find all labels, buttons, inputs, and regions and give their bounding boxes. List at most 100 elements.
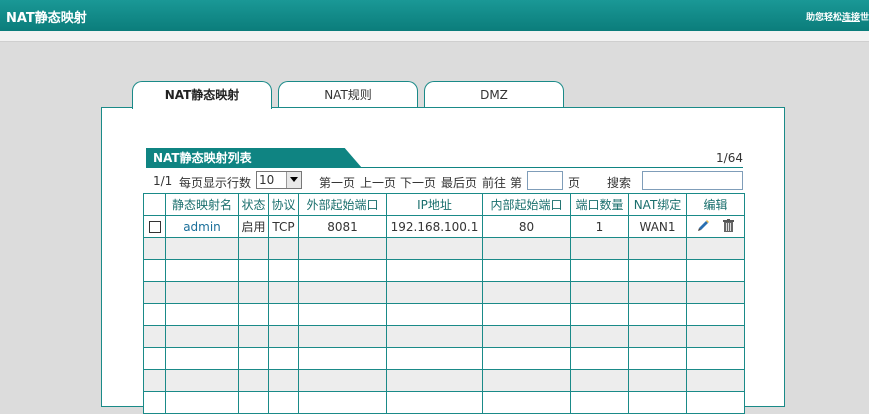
row-port-count: 1 xyxy=(570,215,629,238)
empty-cell xyxy=(482,259,571,282)
empty-cell xyxy=(686,259,745,282)
empty-cell xyxy=(570,369,629,392)
row-protocol: TCP xyxy=(268,215,299,238)
search-input[interactable] xyxy=(642,171,743,190)
empty-cell xyxy=(268,391,299,414)
per-page-select[interactable]: 10 xyxy=(256,171,302,189)
empty-cell xyxy=(482,347,571,370)
empty-cell xyxy=(165,281,239,304)
mapping-table: 静态映射名 状态 协议 外部起始端口 IP地址 内部起始端口 端口数量 NAT绑… xyxy=(143,193,745,414)
empty-cell xyxy=(268,237,299,260)
empty-cell xyxy=(165,347,239,370)
empty-cell xyxy=(298,369,387,392)
empty-cell xyxy=(570,259,629,282)
empty-cell xyxy=(238,325,269,348)
row-name: admin xyxy=(165,215,239,238)
empty-cell xyxy=(570,303,629,326)
top-bar: NAT静态映射 助您轻松连接世 xyxy=(0,0,869,31)
header-stripe xyxy=(0,31,869,42)
row-name-link[interactable]: admin xyxy=(183,220,221,234)
last-page-link[interactable]: 最后页 xyxy=(441,174,477,191)
empty-cell xyxy=(165,325,239,348)
empty-cell xyxy=(143,325,166,348)
search-label: 搜索 xyxy=(607,176,632,190)
empty-cell xyxy=(628,237,687,260)
empty-cell xyxy=(238,259,269,282)
table-row xyxy=(143,237,745,260)
page-count: 1/64 xyxy=(716,151,743,165)
tab-dmz[interactable]: DMZ xyxy=(424,81,564,108)
empty-rows xyxy=(143,237,745,414)
helper-text: 助您轻松连接世 xyxy=(806,10,869,23)
prev-page-link[interactable]: 上一页 xyxy=(360,174,396,191)
empty-cell xyxy=(686,303,745,326)
header-int-port: 内部起始端口 xyxy=(482,193,571,216)
row-checkbox[interactable] xyxy=(148,221,161,233)
tab-nat-rules[interactable]: NAT规则 xyxy=(278,81,418,108)
empty-cell xyxy=(165,237,239,260)
row-int-port: 80 xyxy=(482,215,571,238)
empty-cell xyxy=(143,259,166,282)
table-row xyxy=(143,369,745,392)
empty-cell xyxy=(143,369,166,392)
empty-cell xyxy=(386,391,483,414)
goto-page-input[interactable] xyxy=(527,171,563,190)
trash-icon[interactable] xyxy=(723,218,735,235)
empty-cell xyxy=(386,259,483,282)
empty-cell xyxy=(298,237,387,260)
chevron-down-icon[interactable] xyxy=(286,172,301,188)
empty-cell xyxy=(386,237,483,260)
pagination-bar: 1/1 每页显示行数 10 第一页 上一页 下一页 最后页 前往 第 页 搜索 xyxy=(146,170,744,192)
empty-cell xyxy=(570,325,629,348)
goto-label: 前往 xyxy=(482,176,507,190)
row-ext-port: 8081 xyxy=(298,215,387,238)
helper-text-tail: 世 xyxy=(859,13,869,23)
empty-cell xyxy=(386,347,483,370)
table-row xyxy=(143,303,745,326)
tab-nat-static-mapping[interactable]: NAT静态映射 xyxy=(132,81,272,109)
pencil-icon[interactable] xyxy=(697,219,710,235)
empty-cell xyxy=(238,369,269,392)
empty-cell xyxy=(143,347,166,370)
empty-cell xyxy=(570,281,629,304)
empty-cell xyxy=(165,369,239,392)
empty-cell xyxy=(628,303,687,326)
empty-cell xyxy=(268,303,299,326)
empty-cell xyxy=(298,303,387,326)
list-title-divider xyxy=(146,167,743,168)
empty-cell xyxy=(482,281,571,304)
header-protocol: 协议 xyxy=(268,193,299,216)
table-row xyxy=(143,281,745,304)
header-select xyxy=(143,193,166,216)
empty-cell xyxy=(628,259,687,282)
table-row xyxy=(143,347,745,370)
row-ip: 192.168.100.1 xyxy=(386,215,483,238)
empty-cell xyxy=(268,347,299,370)
table-row xyxy=(143,325,745,348)
empty-cell xyxy=(165,303,239,326)
empty-cell xyxy=(238,347,269,370)
row-checkbox-cell xyxy=(143,215,166,238)
empty-cell xyxy=(482,391,571,414)
empty-cell xyxy=(386,369,483,392)
empty-cell xyxy=(143,237,166,260)
empty-cell xyxy=(143,303,166,326)
page-prefix-label: 第 xyxy=(510,176,523,190)
helper-link[interactable]: 连接 xyxy=(842,13,860,23)
empty-cell xyxy=(686,237,745,260)
empty-cell xyxy=(628,347,687,370)
empty-cell xyxy=(686,391,745,414)
empty-cell xyxy=(482,237,571,260)
empty-cell xyxy=(268,281,299,304)
empty-cell xyxy=(628,325,687,348)
empty-cell xyxy=(686,325,745,348)
list-title: NAT静态映射列表 xyxy=(146,148,362,168)
empty-cell xyxy=(482,369,571,392)
empty-cell xyxy=(482,325,571,348)
empty-cell xyxy=(165,259,239,282)
first-page-link[interactable]: 第一页 xyxy=(319,174,355,191)
empty-cell xyxy=(570,237,629,260)
empty-cell xyxy=(165,391,239,414)
empty-cell xyxy=(570,391,629,414)
next-page-link[interactable]: 下一页 xyxy=(400,174,436,191)
